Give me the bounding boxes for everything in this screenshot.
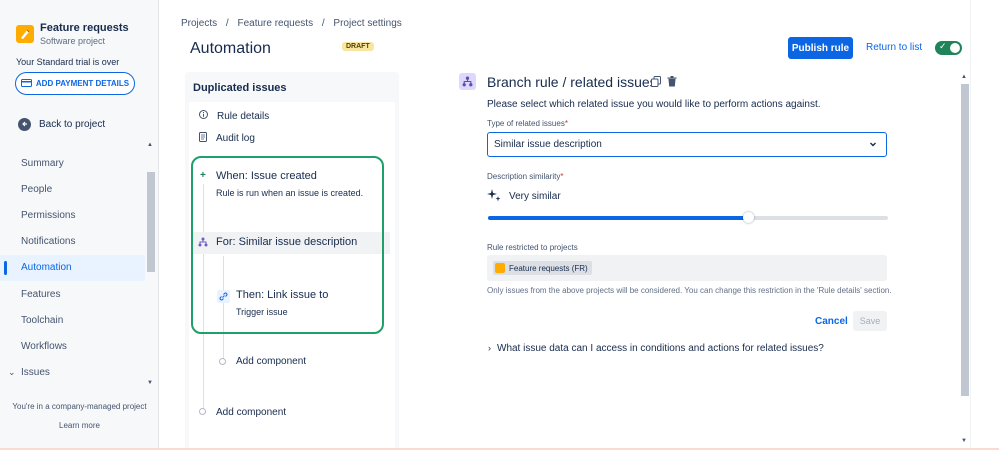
trash-icon[interactable] [667, 76, 677, 90]
back-label: Back to project [39, 118, 106, 130]
required-marker: * [560, 172, 564, 181]
sidebar-item-summary[interactable]: Summary [0, 150, 145, 176]
breadcrumb: Projects / Feature requests / Project se… [181, 18, 408, 29]
rule-enabled-toggle[interactable]: ✓ [935, 41, 962, 55]
slider-handle[interactable] [743, 212, 754, 223]
helper-text: Only issues from the above projects will… [487, 286, 892, 295]
scrollbar-thumb[interactable] [147, 172, 155, 272]
sparkle-icon [487, 188, 501, 205]
check-icon: ✓ [939, 41, 947, 51]
add-payment-button[interactable]: ADD PAYMENT DETAILS [15, 72, 135, 95]
sidebar-item-permissions[interactable]: Permissions [0, 202, 145, 228]
chevron-down-icon [868, 139, 878, 152]
add-component-outer[interactable]: Add component [216, 407, 286, 418]
breadcrumb-project-settings[interactable]: Project settings [333, 18, 401, 29]
restricted-projects-field: Feature requests (FR) [487, 255, 887, 281]
add-component-inner[interactable]: Add component [236, 356, 306, 367]
rule-details-label: Rule details [217, 110, 270, 122]
project-chip-label: Feature requests (FR) [509, 263, 588, 273]
scrollbar-thumb[interactable] [961, 84, 969, 396]
cancel-button[interactable]: Cancel [815, 316, 848, 327]
toggle-knob [950, 43, 960, 53]
scroll-down-icon[interactable]: ▼ [961, 438, 967, 444]
type-label: Type of related issues* [487, 119, 568, 128]
sidebar-item-label: Summary [21, 157, 64, 169]
sidebar-item-toolchain[interactable]: Toolchain [0, 307, 145, 333]
highlight-box [191, 156, 384, 334]
sidebar-item-workflows[interactable]: Workflows [0, 333, 145, 359]
sidebar-item-issues[interactable]: ⌄ Issues [0, 360, 145, 386]
rule-name[interactable]: Duplicated issues [193, 82, 287, 94]
save-button[interactable]: Save [853, 311, 887, 331]
audit-log-label: Audit log [216, 133, 255, 144]
sidebar-scrollbar[interactable]: ▲ ▼ [146, 142, 156, 390]
page-title: Automation [190, 40, 271, 57]
edge-divider [970, 0, 971, 450]
type-label-text: Type of related issues [487, 119, 565, 128]
sidebar: Feature requests Software project Your S… [0, 0, 159, 450]
project-header[interactable]: Feature requests Software project [14, 20, 154, 50]
project-avatar-icon [16, 25, 34, 43]
sidebar-item-people[interactable]: People [0, 176, 145, 202]
project-type: Software project [40, 36, 106, 46]
required-marker: * [564, 119, 568, 128]
info-icon [199, 110, 208, 122]
scroll-up-icon[interactable]: ▲ [147, 142, 153, 148]
sidebar-item-label: Features [21, 288, 61, 300]
copy-icon[interactable] [651, 76, 661, 90]
breadcrumb-separator: / [321, 18, 325, 29]
related-issue-data-expander[interactable]: › What issue data can I access in conditi… [488, 343, 824, 354]
sidebar-nav: Summary People Permissions Notifications… [0, 150, 145, 386]
sidebar-item-label: Issues [21, 367, 50, 379]
document-icon [199, 132, 207, 145]
sidebar-item-automation[interactable]: Automation [0, 254, 145, 281]
scroll-up-icon[interactable]: ▲ [961, 74, 967, 80]
managed-project-text: You're in a company-managed project [12, 402, 147, 411]
audit-log-item[interactable]: Audit log [199, 132, 255, 145]
scroll-down-icon[interactable]: ▼ [147, 380, 153, 386]
sidebar-item-label: Notifications [21, 236, 76, 248]
similarity-value-row: Very similar [487, 188, 561, 205]
chevron-down-icon: ⌄ [8, 367, 16, 378]
breadcrumb-feature-requests[interactable]: Feature requests [237, 18, 313, 29]
branch-config-icon [459, 73, 476, 90]
similarity-value: Very similar [509, 191, 561, 202]
select-value: Similar issue description [494, 139, 602, 150]
related-issue-type-select[interactable]: Similar issue description [487, 132, 887, 157]
project-chip: Feature requests (FR) [493, 261, 592, 275]
breadcrumb-projects[interactable]: Projects [181, 18, 217, 29]
project-name: Feature requests [40, 22, 129, 34]
add-component-dot [199, 408, 206, 415]
breadcrumb-separator: / [225, 18, 229, 29]
back-to-project-link[interactable]: Back to project [18, 116, 105, 132]
slider-fill [488, 216, 748, 220]
similarity-label-text: Description similarity [487, 172, 561, 181]
main-scrollbar[interactable]: ▲ ▼ [959, 72, 970, 450]
branch-config-title: Branch rule / related issues [487, 74, 657, 90]
draft-badge: DRAFT [342, 42, 374, 51]
similarity-slider[interactable] [488, 212, 888, 223]
sidebar-item-label: Permissions [21, 209, 76, 221]
sidebar-item-notifications[interactable]: Notifications [0, 229, 145, 255]
sidebar-item-features[interactable]: Features [0, 281, 145, 307]
credit-card-icon [20, 78, 32, 89]
chevron-right-icon: › [488, 343, 491, 353]
learn-more-link[interactable]: Learn more [0, 421, 159, 430]
add-component-dot [219, 358, 226, 365]
restricted-label: Rule restricted to projects [487, 243, 578, 252]
trial-text: Your Standard trial is over [16, 57, 120, 67]
faq-label: What issue data can I access in conditio… [497, 343, 824, 354]
add-payment-label: ADD PAYMENT DETAILS [35, 79, 130, 88]
return-to-list-link[interactable]: Return to list [866, 42, 922, 53]
sidebar-item-label: People [21, 183, 53, 195]
sidebar-item-label: Workflows [21, 340, 67, 352]
branch-instructions: Please select which related issue you wo… [487, 99, 821, 110]
publish-rule-button[interactable]: Publish rule [788, 37, 853, 59]
sidebar-item-label: Automation [21, 262, 72, 274]
rule-details-item[interactable]: Rule details [199, 110, 269, 122]
similarity-label: Description similarity* [487, 172, 563, 181]
project-avatar-icon [495, 263, 505, 273]
sidebar-item-label: Toolchain [21, 314, 64, 326]
arrow-left-icon [18, 117, 31, 131]
